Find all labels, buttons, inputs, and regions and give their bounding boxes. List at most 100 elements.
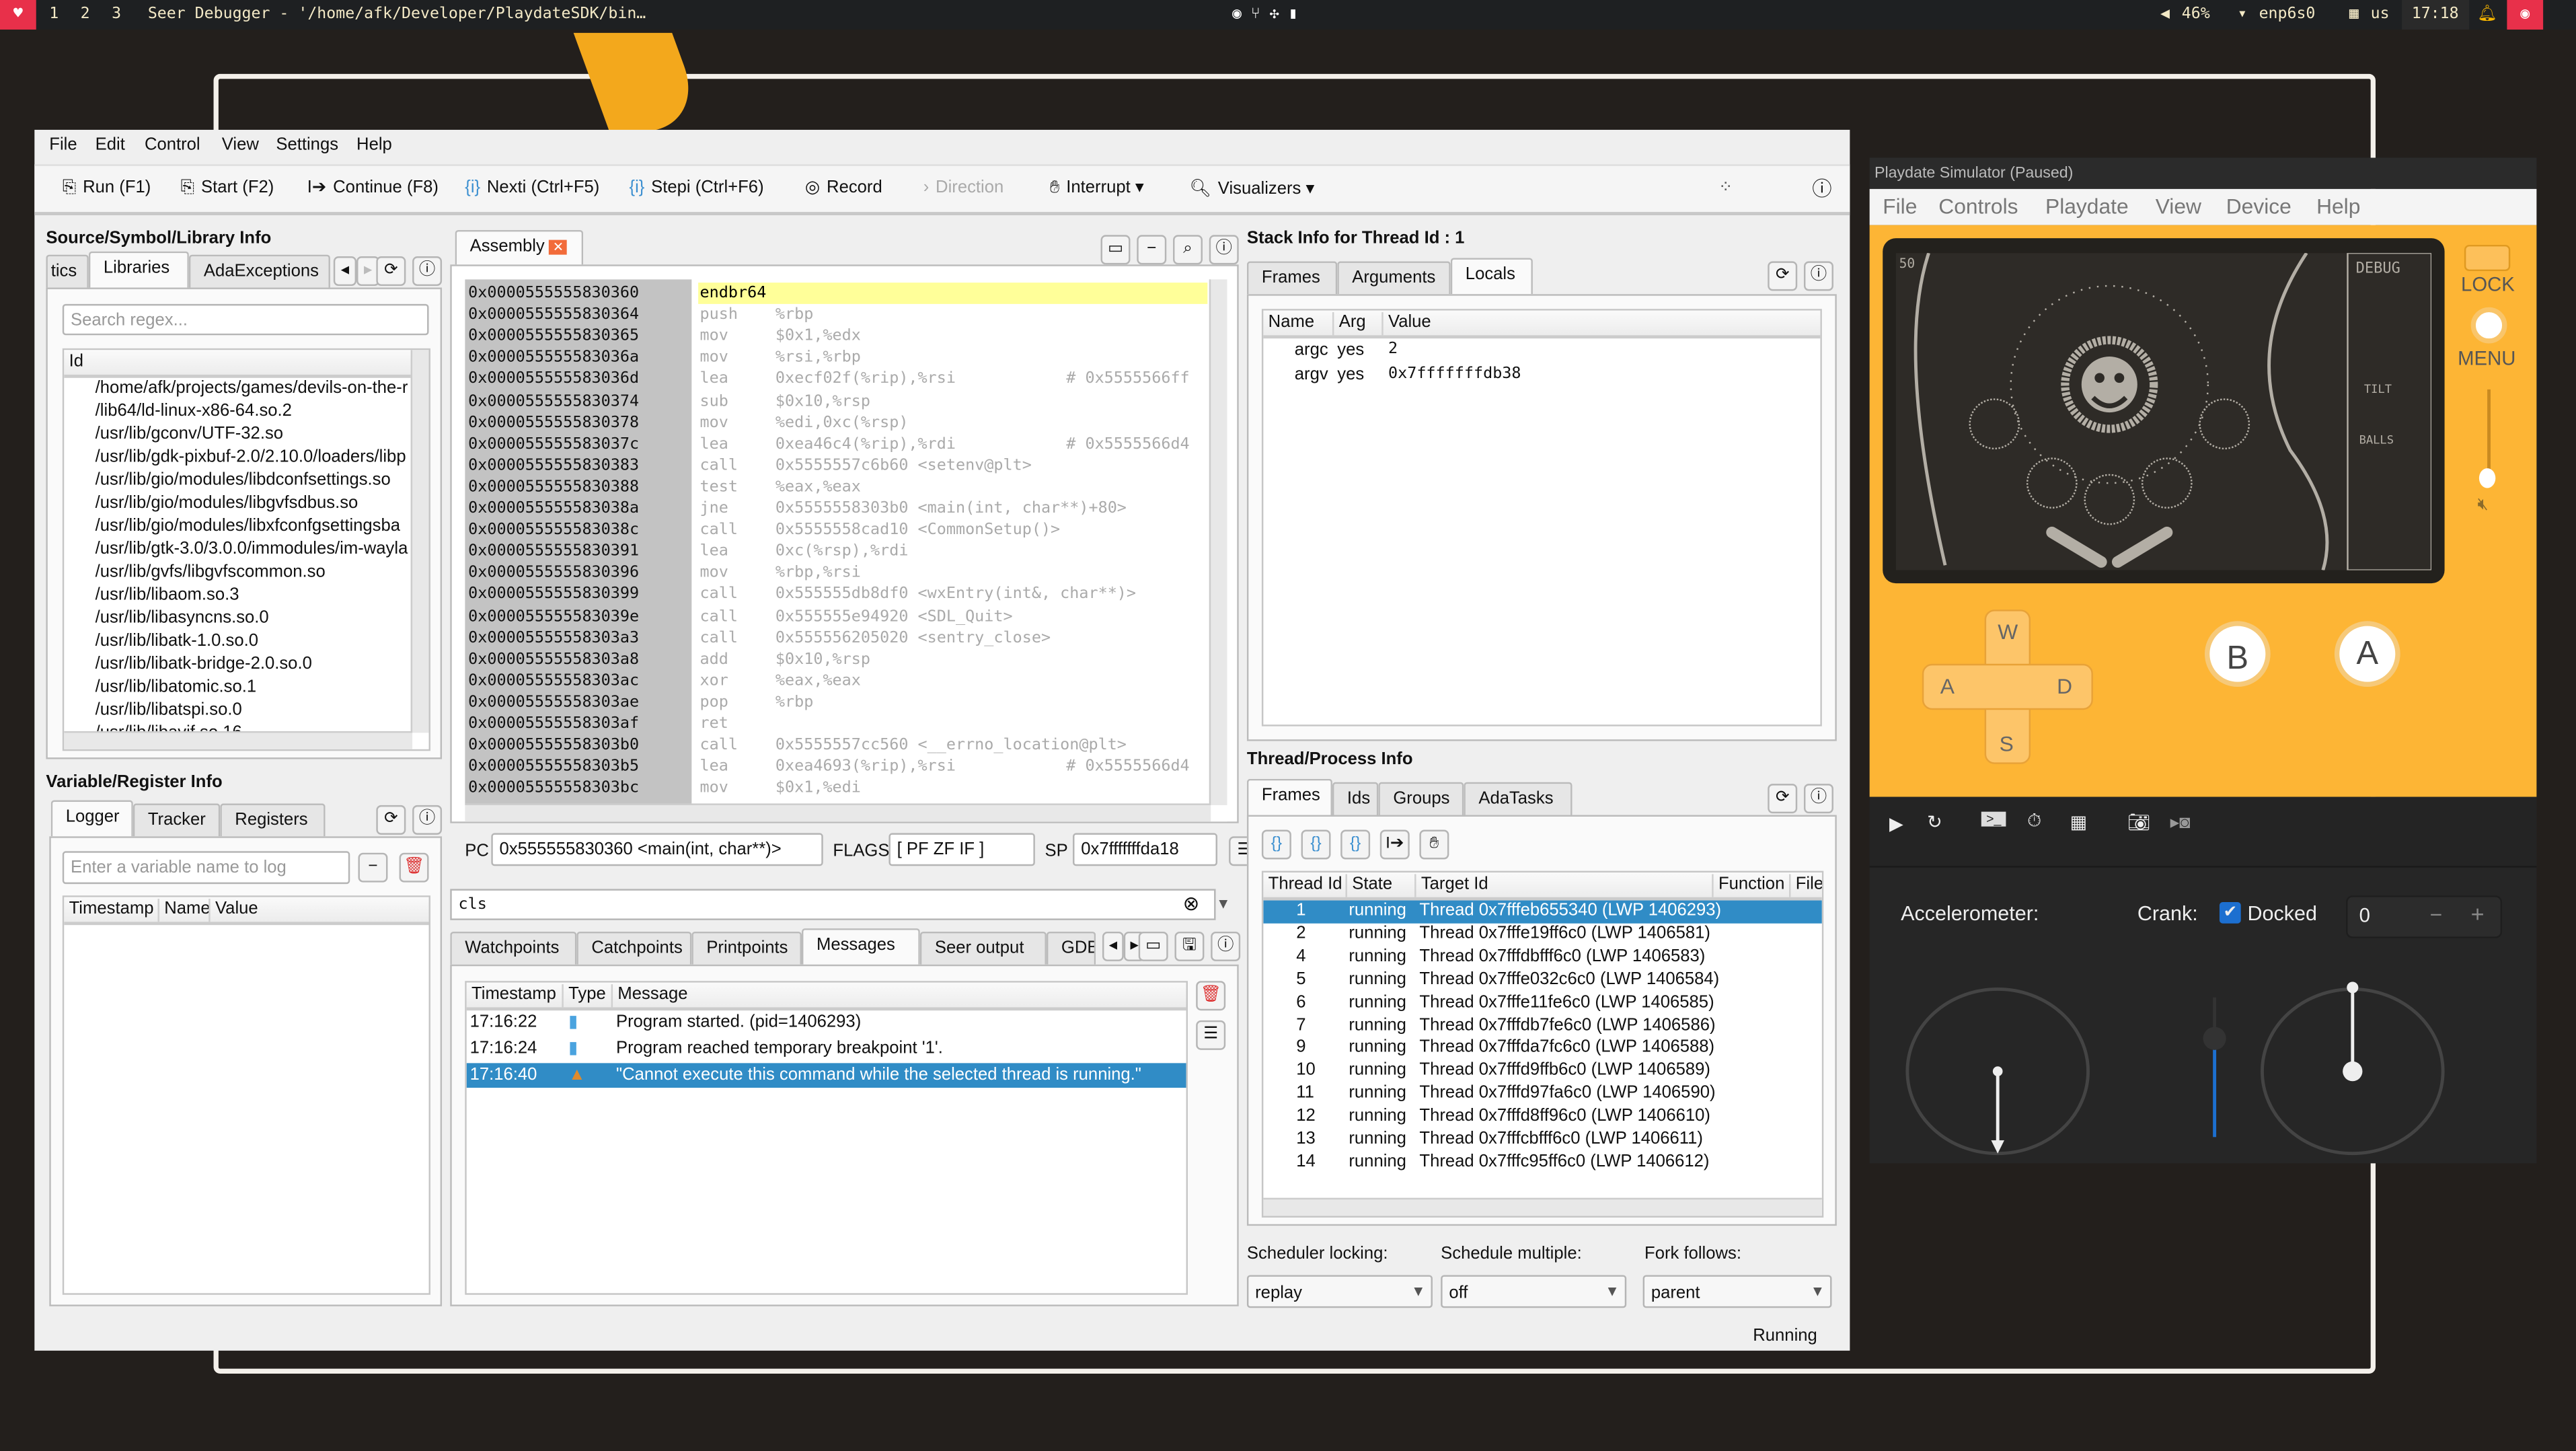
menu-edit[interactable]: Edit bbox=[96, 135, 125, 154]
workspace-3[interactable]: 3 bbox=[112, 5, 121, 23]
volume-level[interactable]: 46% bbox=[2182, 5, 2210, 23]
stepi-button[interactable]: {i} Stepi (Ctrl+F6) bbox=[630, 178, 764, 197]
info-icon[interactable]: ⓘ bbox=[1803, 784, 1833, 814]
decrement-button[interactable]: − bbox=[2430, 902, 2443, 927]
dpad-down[interactable]: S bbox=[2000, 731, 2014, 756]
tab-watchpoints[interactable]: Watchpoints bbox=[450, 931, 577, 965]
menu-help[interactable]: Help bbox=[356, 135, 392, 154]
thread-row[interactable]: 5 running Thread 0x7fffe032c6c0 (LWP 14065… bbox=[1263, 969, 1821, 991]
column-state[interactable]: State bbox=[1345, 874, 1392, 897]
disassembly-line[interactable]: 0x0000555555830378 mov %edi,0xc(%rsp) bbox=[465, 414, 1227, 435]
column-id[interactable]: Id bbox=[64, 352, 83, 375]
heart-icon[interactable]: ♥ bbox=[0, 0, 36, 30]
list-item[interactable]: /usr/lib/libaom.so.3 bbox=[96, 585, 429, 605]
flags-field[interactable]: [ PF ZF IF ] bbox=[888, 833, 1035, 866]
disassembly-line[interactable]: 0x0000555555830388 test %eax,%eax bbox=[465, 478, 1227, 500]
clear-icon[interactable]: ⊗ bbox=[1183, 892, 1200, 915]
thread-step-icon[interactable]: {} bbox=[1301, 829, 1331, 860]
disassembly-line[interactable]: 0x00005555558303af ret bbox=[465, 715, 1227, 737]
tab-printpoints[interactable]: Printpoints bbox=[691, 931, 802, 965]
menu-button[interactable] bbox=[2470, 307, 2507, 344]
disassembly-line[interactable]: 0x000055555583036a mov %rsi,%rbp bbox=[465, 349, 1227, 371]
crank-slider-handle[interactable] bbox=[2203, 1027, 2226, 1050]
refresh-icon[interactable]: ⟳ bbox=[1768, 261, 1798, 291]
record-video-icon[interactable]: ▸◙ bbox=[2170, 812, 2191, 833]
info-icon[interactable]: ⓘ bbox=[412, 256, 443, 287]
thread-row[interactable]: 11 running Thread 0x7fffd97fa6c0 (LWP 1406… bbox=[1263, 1083, 1821, 1105]
sp-field[interactable]: 0x7fffffffda18 bbox=[1073, 833, 1217, 866]
list-item[interactable]: /usr/lib/gvfs/libgvfscommon.so bbox=[96, 562, 429, 581]
variable-log-input[interactable]: Enter a variable name to log bbox=[62, 851, 350, 885]
refresh-icon[interactable]: ⟳ bbox=[1768, 784, 1798, 814]
tab-frames[interactable]: Frames bbox=[1246, 261, 1338, 295]
vertical-scrollbar[interactable] bbox=[1209, 279, 1227, 805]
column-name[interactable]: Name bbox=[1263, 312, 1314, 335]
list-item[interactable]: /usr/lib/gio/modules/libgvfsdbus.so bbox=[96, 493, 429, 513]
tab-seer-output[interactable]: Seer output bbox=[919, 931, 1047, 965]
disassembly-line[interactable]: 0x00005555558303bc mov $0x1,%edi bbox=[465, 780, 1227, 801]
remove-button[interactable]: − bbox=[358, 852, 388, 883]
pd-menu-device[interactable]: Device bbox=[2226, 194, 2291, 219]
disassembly-line[interactable]: 0x0000555555830364 push %rbp bbox=[465, 306, 1227, 328]
thread-row[interactable]: 10 running Thread 0x7fffd9ffb6c0 (LWP 1406… bbox=[1263, 1060, 1821, 1082]
record-button[interactable]: ◎ Record bbox=[805, 178, 882, 197]
menu-file[interactable]: File bbox=[49, 135, 77, 154]
lock-button[interactable] bbox=[2464, 244, 2511, 272]
thread-row[interactable]: 2 running Thread 0x7fffe19ff6c0 (LWP 14065… bbox=[1263, 923, 1821, 945]
dpad-left[interactable]: A bbox=[1940, 673, 1955, 698]
horizontal-scrollbar[interactable] bbox=[64, 731, 413, 749]
tab-logger[interactable]: Logger bbox=[50, 800, 133, 837]
visualizers-button[interactable]: 🔍︎ Visualizers ▾ bbox=[1189, 178, 1314, 198]
clock[interactable]: 17:18 bbox=[2402, 0, 2469, 30]
pd-menu-help[interactable]: Help bbox=[2316, 194, 2360, 219]
docked-label[interactable]: Docked bbox=[2247, 902, 2317, 925]
tab-locals[interactable]: Locals bbox=[1450, 258, 1533, 295]
restart-icon[interactable]: ↻ bbox=[1927, 812, 1942, 833]
stopwatch-icon[interactable]: ⏱︎ bbox=[2027, 812, 2041, 833]
list-item[interactable]: /usr/lib/gio/modules/libxfconfgsettingsb… bbox=[96, 516, 429, 535]
list-item[interactable]: /usr/lib/gconv/UTF-32.so bbox=[96, 424, 429, 443]
disassembly-line[interactable]: 0x00005555558303a3 call 0x555556205020 <se… bbox=[465, 629, 1227, 650]
column-file[interactable]: File bbox=[1788, 874, 1822, 897]
close-tab-icon[interactable]: ✕ bbox=[549, 239, 568, 255]
tab-libraries[interactable]: Libraries bbox=[88, 251, 189, 288]
thread-row[interactable]: 13 running Thread 0x7fffcbfff6c0 (LWP 1406… bbox=[1263, 1129, 1821, 1151]
disassembly-line[interactable]: 0x000055555583038c call 0x5555558cad10 <Co… bbox=[465, 521, 1227, 543]
pd-menu-playdate[interactable]: Playdate bbox=[2045, 194, 2129, 219]
mute-icon[interactable]: 🔇︎ bbox=[2477, 494, 2488, 516]
interrupt-button[interactable]: ✋︎ Interrupt ▾ bbox=[1050, 178, 1144, 199]
docked-checkbox[interactable]: ✔ bbox=[2219, 901, 2241, 924]
dpad-right[interactable]: D bbox=[2057, 673, 2072, 698]
message-row[interactable]: 17:16:40 ▲ "Cannot execute this command wh… bbox=[466, 1063, 1186, 1088]
info-icon[interactable]: ⓘ bbox=[412, 805, 443, 835]
workspace-2[interactable]: 2 bbox=[81, 5, 90, 23]
disassembly-line[interactable]: 0x00005555558303ae pop %rbp bbox=[465, 694, 1227, 715]
refresh-icon[interactable]: ⟳ bbox=[376, 256, 406, 287]
disassembly-line[interactable]: 0x000055555583039e call 0x555555e94920 <SD… bbox=[465, 607, 1227, 629]
list-item[interactable]: /usr/lib/libasyncns.so.0 bbox=[96, 608, 429, 628]
continue-button[interactable]: I➔ Continue (F8) bbox=[307, 178, 439, 197]
power-icon[interactable]: ◉ bbox=[2507, 0, 2544, 30]
tab-registers[interactable]: Registers bbox=[220, 803, 326, 837]
pd-menu-controls[interactable]: Controls bbox=[1938, 194, 2018, 219]
gdb-command-input[interactable]: cls bbox=[450, 889, 1216, 920]
horizontal-scrollbar[interactable] bbox=[465, 803, 1211, 822]
tab-scroll-left[interactable]: ◂ bbox=[333, 256, 357, 287]
crank-angle-value[interactable]: 0 bbox=[2359, 903, 2370, 926]
scheduler-locking-select[interactable]: replay bbox=[1246, 1275, 1433, 1308]
volume-slider-handle[interactable] bbox=[2478, 468, 2496, 488]
list-item[interactable]: /lib64/ld-linux-x86-64.so.2 bbox=[96, 401, 429, 420]
schedule-multiple-select[interactable]: off bbox=[1441, 1275, 1627, 1308]
column-timestamp[interactable]: Timestamp bbox=[467, 984, 556, 1007]
play-icon[interactable]: ▶ bbox=[1889, 813, 1903, 835]
accelerometer-dial[interactable] bbox=[1899, 981, 2096, 1162]
menu-settings[interactable]: Settings bbox=[276, 135, 338, 154]
b-button[interactable]: B bbox=[2204, 621, 2271, 687]
increment-button[interactable]: + bbox=[2471, 901, 2485, 927]
run-button[interactable]: ⎘ Run (F1) bbox=[63, 178, 151, 199]
column-thread-id[interactable]: Thread Id bbox=[1263, 874, 1342, 897]
disassembly-line[interactable]: 0x000055555583036d lea 0xecf02f(%rip),%rsi… bbox=[465, 371, 1227, 392]
disassembly-line[interactable]: 0x00005555558303b5 lea 0xea4693(%rip),%rsi… bbox=[465, 757, 1227, 779]
column-name[interactable]: Name bbox=[157, 899, 211, 922]
disassembly-line[interactable]: 0x0000555555830374 sub $0x10,%rsp bbox=[465, 392, 1227, 414]
